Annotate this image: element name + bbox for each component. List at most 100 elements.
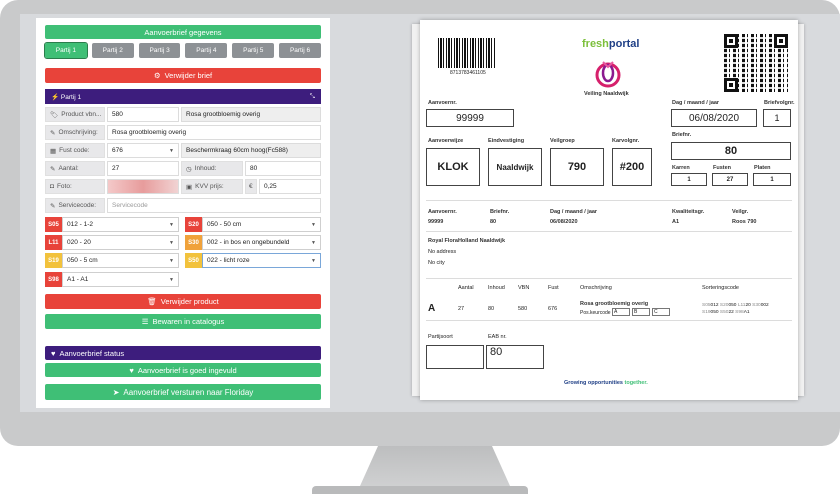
fust-description-field: Beschermkraag 60cm hoog(Fc588) [181,143,321,158]
date-label: Dag / maand / jaar [672,100,720,106]
chevron-down-icon: ▼ [169,276,174,283]
code-value: 012 - 1-2 [67,221,94,228]
veilgroep-value: 790 [550,148,604,186]
code-select-s05: S05 012 - 1-2 ▼ [45,217,179,232]
form-header: Aanvoerbrief gegevens [45,25,321,39]
code-badge: S50 [185,253,202,268]
tab-label: Partij 4 [196,47,217,54]
summary-header: Dag / maand / jaar [550,209,598,215]
briefvolgnr-value: 1 [763,109,791,127]
address-line: No address [428,249,457,255]
tab-partij-5[interactable]: Partij 5 [232,43,275,58]
table-header: Fust [548,285,559,291]
description-label-text: Omschrijving: [58,129,98,136]
partij-header: ⚡ Partij 1 ⤡ [45,89,321,104]
delete-product-button[interactable]: 🗑 Verwijder product [45,294,321,309]
delivery-note-document: 8713783461105 freshportal Veiling Naaldw… [420,20,798,400]
tab-partij-4[interactable]: Partij 4 [185,43,228,58]
amount-row: ✎ Aantal: 27 ◷ Inhoud: 80 [45,161,321,176]
content-label: ◷ Inhoud: [181,161,243,176]
code-select[interactable]: 050 - 50 cm ▼ [202,217,321,232]
description-input[interactable]: Rosa grootbloemig overig [107,125,321,140]
delete-letter-button[interactable]: ⚙ Verwijder brief [45,68,321,83]
code-select[interactable]: 022 - licht roze ▼ [202,253,321,268]
chevron-down-icon: ▼ [169,221,174,228]
product-photo[interactable] [107,179,179,194]
aanvoernr-value: 99999 [426,109,514,127]
tab-label: Partij 3 [149,47,170,54]
partij-tabs: Partij 1 Partij 2 Partij 3 Partij 4 Part… [44,42,321,59]
fust-row: ▦ Fust code: 676 ▼ Beschermkraag 60cm hoog… [45,143,321,158]
eab-label: EAB nr. [488,334,507,340]
date-value: 06/08/2020 [671,109,757,127]
heart-icon: ♥ [129,365,134,375]
logo-fresh: fresh [582,38,609,50]
trash-icon: 🗑 [147,297,157,306]
qr-finder [724,78,738,92]
summary-value: 06/08/2020 [550,219,578,225]
code-select[interactable]: 020 - 20 ▼ [62,235,179,250]
briefnr-label: Briefnr. [672,132,692,138]
eindvestiging-value: Naaldwijk [488,148,542,186]
keur-box-a: A [612,308,630,316]
briefnr-value: 80 [671,142,791,160]
chevron-down-icon: ▼ [169,239,174,246]
code-value: 002 - in bos en ongebundeld [207,239,290,246]
send-icon: ➤ [112,387,120,397]
amount-input[interactable]: 27 [107,161,179,176]
fust-code-value: 676 [112,147,123,154]
tab-partij-1[interactable]: Partij 1 [44,42,88,59]
amount-label: ✎ Aantal: [45,161,105,176]
tab-partij-3[interactable]: Partij 3 [138,43,181,58]
fust-code-select[interactable]: 676 ▼ [107,143,179,158]
delete-letter-label: Verwijder brief [164,71,213,80]
fusten-label: Fusten [713,165,732,171]
save-catalog-button[interactable]: ☰ Bewaren in catalogus [45,314,321,329]
code-select[interactable]: 002 - in bos en ongebundeld ▼ [202,235,321,250]
kvv-price-input[interactable]: 0,25 [259,179,321,194]
tab-label: Partij 1 [55,47,77,54]
fust-label-text: Fust code: [59,147,90,154]
product-name-field: Rosa grootbloemig overig [181,107,321,122]
code-badge: S30 [185,235,202,250]
eab-value: 80 [486,345,544,369]
box-icon: ▦ [50,147,57,155]
slogan-part-2: together. [624,380,648,386]
code-select[interactable]: A1 - A1 ▼ [62,272,179,287]
code-select-s19: S19 050 - 5 cm ▼ [45,253,179,268]
collapse-icon[interactable]: ⤡ [310,93,315,101]
kvv-label: ▣ KVV prijs: [181,179,243,194]
tab-partij-6[interactable]: Partij 6 [279,43,321,58]
divider [426,320,792,321]
sort-value: 050 [710,310,719,315]
divider [426,231,792,232]
code-badge: L11 [45,235,62,250]
qr-code [724,34,788,92]
camera-icon: ▣ [186,183,193,191]
servicecode-row: ✎ Servicecode: Servicecode [45,198,321,213]
pencil-icon: ✎ [50,129,56,137]
keur-box-c: C [652,308,670,316]
tag-icon: 🏷 [50,111,59,119]
monitor-stand [360,446,510,486]
tab-partij-2[interactable]: Partij 2 [91,43,134,58]
tab-label: Partij 6 [289,47,311,54]
list-icon: ☰ [141,317,149,326]
qr-finder [724,34,738,48]
summary-value: A1 [672,219,680,225]
send-floriday-button[interactable]: ➤ Aanvoerbrief versturen naar Floriday [45,384,321,400]
pencil-icon: ✎ [50,165,56,173]
code-select[interactable]: 050 - 5 cm ▼ [62,253,179,268]
karvolgnr-label: Karvolgnr. [612,138,640,144]
code-select[interactable]: 012 - 1-2 ▼ [62,217,179,232]
content-input[interactable]: 80 [245,161,321,176]
product-code-input[interactable]: 580 [107,107,179,122]
pos-keurcode-label: Pos.keurcode [580,310,611,316]
lightning-icon: ⚡ [51,93,60,101]
karren-value: 1 [671,173,707,186]
chevron-down-icon: ▼ [311,239,316,246]
karren-label: Karren [672,165,690,171]
sort-code: S30 [752,303,761,308]
servicecode-input[interactable]: Servicecode [107,198,321,213]
code-select-s98: S98 A1 - A1 ▼ [45,272,179,287]
